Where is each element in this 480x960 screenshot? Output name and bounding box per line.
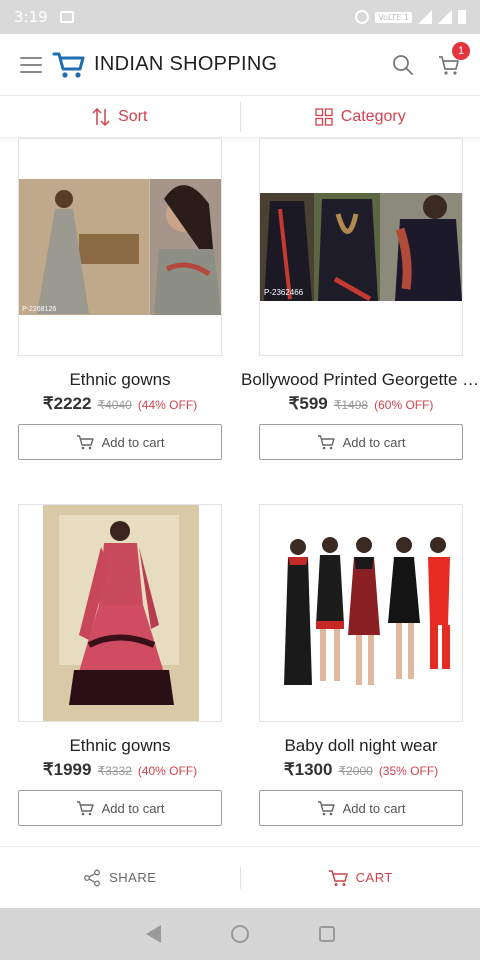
product-card[interactable]: P-2362466 Bollywood Printed Georgette Sa… <box>241 138 480 460</box>
cart-label: CART <box>355 870 393 885</box>
system-nav-bar <box>0 908 480 960</box>
add-to-cart-button[interactable]: Add to cart <box>259 424 463 460</box>
share-icon <box>84 869 101 886</box>
product-grid: P-2268126 Ethnic gowns ₹2222 ₹4040 (44% OF… <box>0 138 480 846</box>
add-to-cart-button[interactable]: Add to cart <box>259 790 463 826</box>
recent-apps-icon[interactable] <box>318 926 335 942</box>
product-card[interactable]: Baby doll night wear ₹1300 ₹2000 (35% OFF)… <box>259 504 463 826</box>
product-card[interactable]: P-2268126 Ethnic gowns ₹2222 ₹4040 (44% OF… <box>18 138 222 460</box>
add-cart-icon <box>76 801 94 816</box>
product-image[interactable] <box>259 504 463 722</box>
volte-badge: VoLTE 1 <box>375 11 412 23</box>
app-bar: INDIAN SHOPPING 1 <box>0 34 480 96</box>
gallery-notification-icon <box>59 11 74 23</box>
product-photo <box>260 505 462 721</box>
app-title: INDIAN SHOPPING <box>94 53 278 75</box>
cart-icon <box>328 869 348 886</box>
product-image[interactable] <box>18 504 222 722</box>
sort-icon <box>92 107 110 126</box>
product-name: Baby doll night wear <box>284 736 438 755</box>
sort-button[interactable]: Sort <box>0 96 240 137</box>
price-row: ₹1300 ₹2000 (35% OFF) <box>259 760 463 780</box>
add-to-cart-label: Add to cart <box>342 434 406 450</box>
price-row: ₹599 ₹1498 (60% OFF) <box>259 394 463 414</box>
cart-button[interactable]: CART <box>241 869 480 887</box>
alarm-icon <box>355 10 370 24</box>
hamburger-menu-icon[interactable] <box>20 56 42 73</box>
product-discount: (60% OFF) <box>374 398 434 412</box>
share-label: SHARE <box>109 870 157 885</box>
product-photo: P-2362466 <box>260 193 462 302</box>
product-code: P-2362466 <box>264 288 304 297</box>
product-price: ₹599 <box>288 394 328 413</box>
status-bar: 3:19 VoLTE 1 <box>0 0 480 34</box>
category-label: Category <box>340 107 406 125</box>
product-mrp: ₹4040 <box>97 398 132 412</box>
product-mrp: ₹2000 <box>338 764 373 778</box>
product-mrp: ₹1498 <box>333 398 369 412</box>
share-button[interactable]: SHARE <box>0 869 240 887</box>
add-to-cart-label: Add to cart <box>342 800 406 816</box>
filter-bar: Sort Category <box>0 96 480 138</box>
product-name: Ethnic gowns <box>69 370 171 389</box>
battery-icon <box>458 10 466 24</box>
signal-icon <box>418 10 432 24</box>
product-photo: P-2268126 <box>19 179 221 315</box>
status-icons: VoLTE 1 <box>355 10 466 24</box>
cart-logo-icon <box>52 52 85 78</box>
product-photo <box>43 505 199 721</box>
home-icon[interactable] <box>230 925 249 943</box>
product-card[interactable]: Ethnic gowns ₹1999 ₹3332 (40% OFF) Add to … <box>18 504 222 826</box>
search-icon[interactable] <box>392 54 414 76</box>
product-code: P-2268126 <box>22 306 56 313</box>
product-price: ₹1300 <box>283 760 333 779</box>
wifi-signal-icon <box>438 10 452 24</box>
product-price: ₹2222 <box>42 394 92 413</box>
product-image[interactable]: P-2268126 <box>18 138 222 356</box>
add-to-cart-label: Add to cart <box>101 434 165 450</box>
back-icon[interactable] <box>145 925 161 943</box>
cart-count-badge: 1 <box>452 42 470 60</box>
add-cart-icon <box>317 801 335 816</box>
product-mrp: ₹3332 <box>97 764 132 778</box>
category-button[interactable]: Category <box>241 96 480 137</box>
status-time: 3:19 <box>14 8 48 26</box>
product-discount: (40% OFF) <box>137 764 198 778</box>
product-name: Ethnic gowns <box>69 736 171 755</box>
price-row: ₹2222 ₹4040 (44% OFF) <box>18 394 222 414</box>
product-discount: (44% OFF) <box>137 398 198 412</box>
add-cart-icon <box>76 435 94 450</box>
add-to-cart-button[interactable]: Add to cart <box>18 790 222 826</box>
product-price: ₹1999 <box>42 760 92 779</box>
product-name: Bollywood Printed Georgette Saree <box>241 370 480 389</box>
bottom-action-bar: SHARE CART <box>0 846 480 908</box>
product-image[interactable]: P-2362466 <box>259 138 463 356</box>
add-to-cart-label: Add to cart <box>101 800 165 816</box>
add-to-cart-button[interactable]: Add to cart <box>18 424 222 460</box>
sort-label: Sort <box>118 107 148 125</box>
category-grid-icon <box>315 107 333 126</box>
product-discount: (35% OFF) <box>378 764 439 778</box>
add-cart-icon <box>317 435 335 450</box>
price-row: ₹1999 ₹3332 (40% OFF) <box>18 760 222 780</box>
